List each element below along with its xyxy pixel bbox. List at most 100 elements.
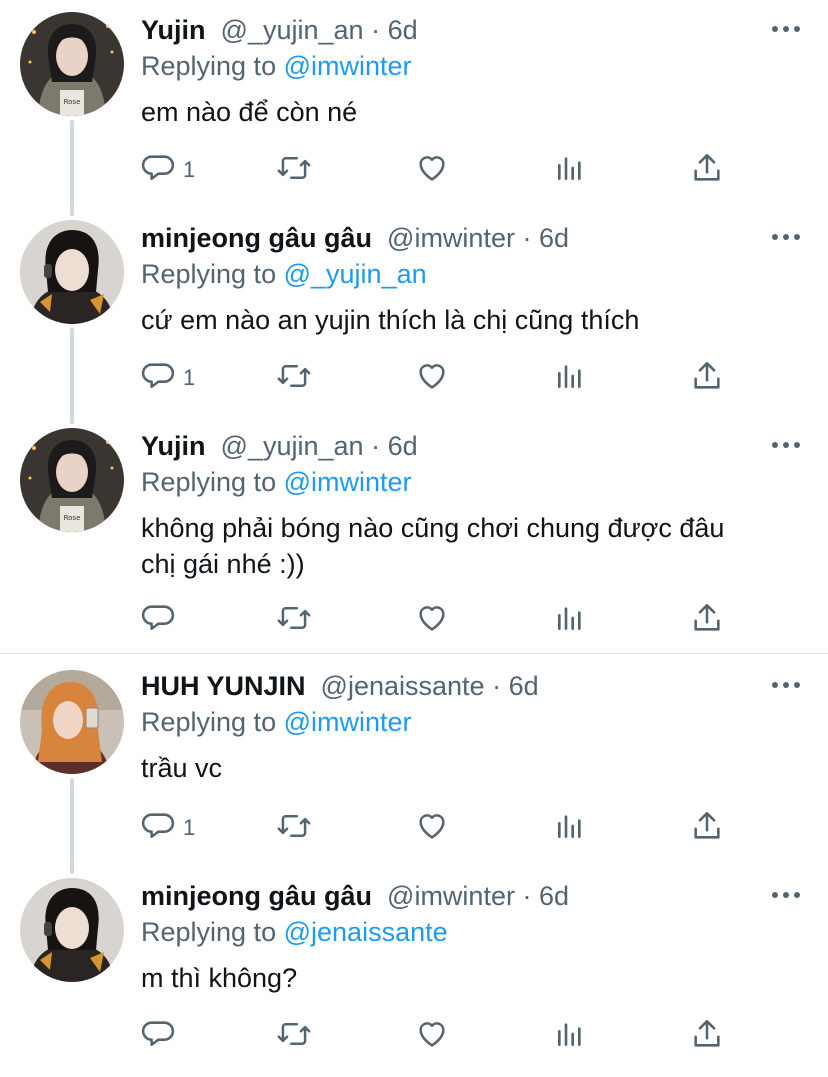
separator-dot: · [522,881,532,911]
reply-count: 1 [183,157,196,182]
share-button[interactable] [690,150,724,190]
more-icon[interactable] [772,892,800,900]
reply-button[interactable]: 1 [141,808,195,848]
like-icon [414,359,450,398]
retweet-button[interactable] [276,808,312,848]
tweet-text-line: em nào để còn né [141,97,358,127]
user-handle[interactable]: @imwinter [387,223,515,253]
timestamp[interactable]: 6d [539,223,569,253]
analytics-icon [554,809,586,848]
avatar[interactable]: Rose [20,428,124,532]
reply-icon [141,1017,175,1056]
tweet-header: minjeong gâu gâu @imwinter · 6d [141,880,569,912]
share-button[interactable] [690,808,724,848]
display-name[interactable]: Yujin [141,15,206,45]
avatar[interactable]: Rose [20,12,124,116]
tweet[interactable]: Rose Yujin @_yujin_an · 6d Replying to @… [0,416,828,652]
reply-button[interactable] [141,1016,183,1056]
user-handle[interactable]: @_yujin_an [221,431,364,461]
timestamp[interactable]: 6d [539,881,569,911]
analytics-button[interactable] [554,150,586,190]
tweet-header: HUH YUNJIN @jenaissante · 6d [141,670,539,702]
more-icon[interactable] [772,682,800,690]
analytics-icon [554,601,586,640]
retweet-icon [276,1017,312,1056]
action-bar [0,600,828,640]
like-button[interactable] [414,808,450,848]
tweet-text-line: chị gái nhé :)) [141,549,305,579]
tweet[interactable]: minjeong gâu gâu @imwinter · 6d Replying… [0,208,828,416]
separator-dot: · [371,431,381,461]
display-name[interactable]: HUH YUNJIN [141,671,306,701]
user-handle[interactable]: @_yujin_an [221,15,364,45]
action-bar: 1 [0,358,828,398]
more-icon[interactable] [772,234,800,242]
reply-icon [141,809,175,848]
tweet-text-line: trầu vc [141,753,223,783]
display-name[interactable]: minjeong gâu gâu [141,223,372,253]
tweet[interactable]: HUH YUNJIN @jenaissante · 6d Replying to… [0,656,828,866]
thread-divider [0,653,828,654]
avatar[interactable] [20,670,124,774]
timestamp[interactable]: 6d [388,431,418,461]
replying-to-label: Replying to [141,707,277,737]
replying-to-label: Replying to [141,51,277,81]
analytics-button[interactable] [554,600,586,640]
share-button[interactable] [690,600,724,640]
tweet[interactable]: Rose Yujin @_yujin_an · 6d Replying to @… [0,0,828,208]
share-button[interactable] [690,358,724,398]
timestamp[interactable]: 6d [388,15,418,45]
tweet-text: trầu vc [141,750,801,786]
retweet-button[interactable] [276,1016,312,1056]
share-icon [690,1017,724,1056]
reply-button[interactable] [141,600,183,640]
replying-to: Replying to @_yujin_an [141,258,427,290]
share-icon [690,809,724,848]
like-button[interactable] [414,1016,450,1056]
tweet-text: cứ em nào an yujin thích là chị cũng thí… [141,302,801,338]
retweet-button[interactable] [276,358,312,398]
like-button[interactable] [414,150,450,190]
tweet-text: m thì không? [141,960,801,996]
tweet-text-line: không phải bóng nào cũng chơi chung được… [141,513,725,543]
retweet-button[interactable] [276,600,312,640]
replying-to-label: Replying to [141,467,277,497]
replying-to-mention[interactable]: @imwinter [284,707,412,737]
replying-to-mention[interactable]: @imwinter [284,51,412,81]
replying-to-mention[interactable]: @jenaissante [284,917,448,947]
user-handle[interactable]: @imwinter [387,881,515,911]
more-icon[interactable] [772,442,800,450]
tweet-header: minjeong gâu gâu @imwinter · 6d [141,222,569,254]
reply-button[interactable]: 1 [141,150,195,190]
display-name[interactable]: Yujin [141,431,206,461]
like-button[interactable] [414,358,450,398]
tweet-text: em nào để còn né [141,94,801,130]
svg-text:Rose: Rose [64,98,81,106]
separator-dot: · [492,671,502,701]
analytics-button[interactable] [554,808,586,848]
reply-button[interactable]: 1 [141,358,195,398]
timestamp[interactable]: 6d [509,671,539,701]
replying-to-mention[interactable]: @_yujin_an [284,259,427,289]
like-button[interactable] [414,600,450,640]
action-bar: 1 [0,150,828,190]
action-bar [0,1016,828,1056]
avatar[interactable] [20,878,124,982]
like-icon [414,1017,450,1056]
tweet[interactable]: minjeong gâu gâu @imwinter · 6d Replying… [0,866,828,1077]
tweet-text-line: cứ em nào an yujin thích là chị cũng thí… [141,305,640,335]
analytics-button[interactable] [554,1016,586,1056]
replying-to-mention[interactable]: @imwinter [284,467,412,497]
tweet-header: Yujin @_yujin_an · 6d [141,430,418,462]
display-name[interactable]: minjeong gâu gâu [141,881,372,911]
share-button[interactable] [690,1016,724,1056]
analytics-button[interactable] [554,358,586,398]
avatar[interactable] [20,220,124,324]
separator-dot: · [522,223,532,253]
reply-count: 1 [183,815,196,840]
user-handle[interactable]: @jenaissante [321,671,485,701]
more-icon[interactable] [772,26,800,34]
replying-to: Replying to @imwinter [141,466,412,498]
retweet-button[interactable] [276,150,312,190]
reply-icon [141,359,175,398]
